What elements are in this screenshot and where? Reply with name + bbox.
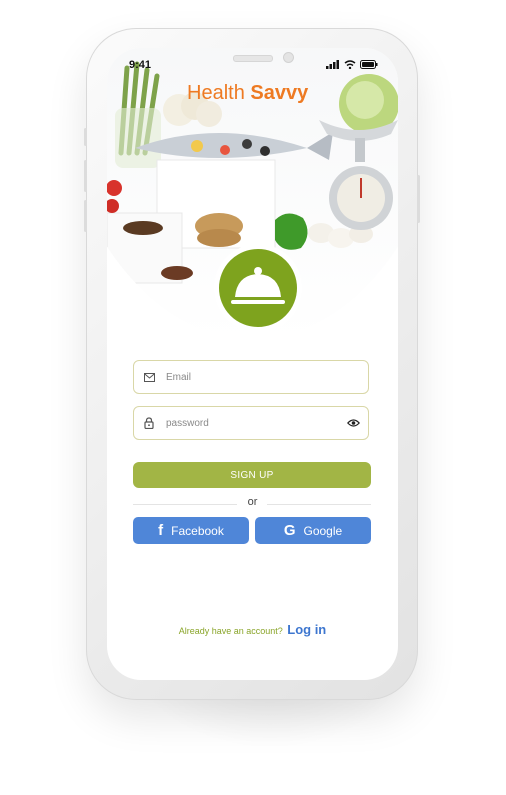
google-icon: G <box>283 522 296 539</box>
email-input[interactable] <box>164 370 368 384</box>
mute-switch <box>84 128 87 146</box>
power-button <box>417 175 420 223</box>
status-icons <box>326 60 378 69</box>
sign-up-button[interactable]: SIGN UP <box>133 462 371 488</box>
facebook-icon: f <box>158 522 164 539</box>
facebook-button[interactable]: f Facebook <box>133 517 249 544</box>
wifi-icon <box>344 60 356 69</box>
login-prompt: Already have an account? Log in <box>107 621 398 639</box>
google-button[interactable]: G Google <box>255 517 371 544</box>
cloche-icon <box>231 267 285 304</box>
or-label: or <box>247 496 258 508</box>
mail-icon <box>134 372 164 382</box>
login-question: Already have an account? <box>178 626 283 636</box>
lock-icon <box>134 417 164 429</box>
volume-up-button <box>84 160 87 192</box>
login-link[interactable]: Log in <box>287 622 326 637</box>
battery-icon <box>360 60 378 69</box>
signal-icon <box>326 60 339 69</box>
email-field-container <box>133 360 369 394</box>
eye-icon[interactable] <box>338 419 368 427</box>
password-field-container <box>133 406 369 440</box>
app-title: Health Savvy <box>187 82 309 104</box>
earpiece-speaker <box>233 55 273 62</box>
app-screen: Health Savvy 9:41 Email SIGN UP or f Fac… <box>107 48 398 680</box>
status-time: 9:41 <box>129 59 152 71</box>
app-logo <box>214 244 302 332</box>
facebook-label: Facebook <box>171 523 224 538</box>
google-label: Google <box>303 523 343 538</box>
volume-down-button <box>84 200 87 232</box>
password-input[interactable] <box>164 416 338 430</box>
front-camera <box>283 52 294 63</box>
